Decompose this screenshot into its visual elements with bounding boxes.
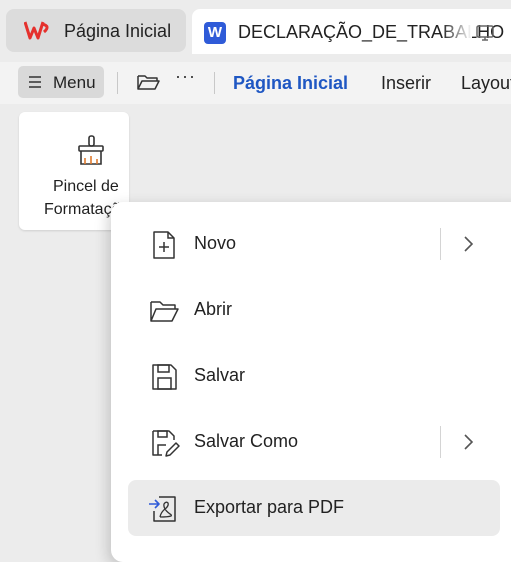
menu-item-label: Exportar para PDF (194, 497, 345, 517)
monitor-icon[interactable] (475, 23, 495, 43)
menu-button-label: Menu (53, 73, 96, 92)
export-pdf-icon (149, 496, 176, 522)
menu-item-novo[interactable]: Novo (128, 216, 500, 272)
ribbon-tab-home[interactable]: Página Inicial (233, 73, 348, 94)
menu-item-label: Novo (194, 233, 237, 253)
submenu-divider (440, 228, 441, 260)
ribbon-tab-layout[interactable]: Layout (461, 73, 511, 94)
chevron-right-icon[interactable] (461, 234, 475, 254)
ribbon-tab-insert[interactable]: Inserir (381, 73, 431, 94)
tab-home[interactable]: Página Inicial (6, 9, 186, 52)
format-painter-label-line1: Pincel de (53, 178, 119, 195)
save-icon (152, 364, 177, 390)
hamburger-icon (29, 76, 41, 88)
writer-doc-icon: W (204, 22, 226, 44)
divider (214, 72, 215, 94)
more-options-button[interactable]: ··· (175, 66, 196, 87)
ribbon-content: Pincel de Formatação Novo Abrir Salvar S… (0, 104, 511, 562)
menu-item-salvar[interactable]: Salvar (128, 348, 500, 404)
wps-logo-icon (24, 21, 49, 40)
menu-button[interactable]: Menu (18, 66, 104, 98)
menu-item-exportar-pdf[interactable]: Exportar para PDF (128, 480, 500, 536)
menu-item-abrir[interactable]: Abrir (128, 282, 500, 338)
divider (117, 72, 118, 94)
tab-home-label: Página Inicial (64, 21, 172, 41)
new-file-icon (153, 231, 175, 259)
paintbrush-icon (78, 135, 104, 165)
menu-item-salvar-como[interactable]: Salvar Como (128, 414, 500, 470)
menu-item-label: Salvar (194, 365, 246, 385)
submenu-divider (440, 426, 441, 458)
file-menu-dropdown: Novo Abrir Salvar Salvar Como Exportar p… (111, 202, 511, 562)
folder-open-icon (150, 301, 179, 322)
toolbar: Menu ··· Página Inicial Inserir Layout (0, 62, 511, 104)
tab-document[interactable]: W DECLARAÇÃO_DE_TRABALHO (192, 9, 511, 54)
tab-bar: Página Inicial W DECLARAÇÃO_DE_TRABALHO (0, 0, 511, 62)
chevron-right-icon[interactable] (461, 432, 475, 452)
save-as-icon (152, 430, 180, 457)
folder-open-icon[interactable] (136, 72, 160, 92)
menu-item-label: Abrir (194, 299, 233, 319)
menu-item-label: Salvar Como (194, 431, 299, 451)
